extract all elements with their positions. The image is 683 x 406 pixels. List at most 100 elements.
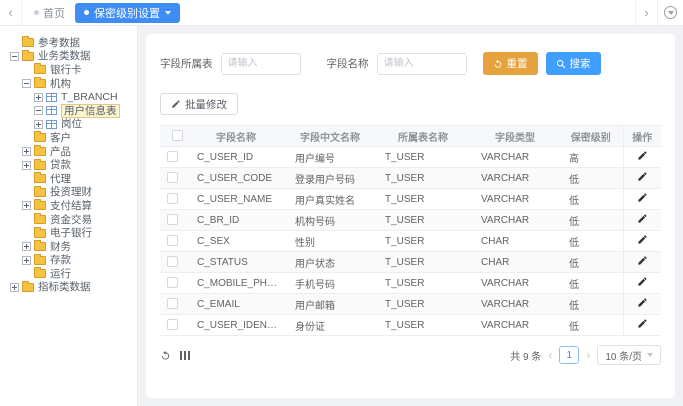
page-size-select[interactable]: 10 条/页 [597, 345, 661, 365]
prev-page-button[interactable]: ‹ [548, 349, 552, 361]
page-number-button[interactable]: 1 [559, 346, 579, 364]
row-checkbox[interactable] [167, 235, 178, 246]
tree-expand-icon[interactable] [22, 242, 31, 251]
pagination: 共 9 条 ‹ 1 › 10 条/页 [510, 345, 661, 365]
tree-item-finance[interactable]: 财务 [0, 240, 137, 254]
tree-item-loan[interactable]: 贷款 [0, 158, 137, 172]
folder-icon [22, 283, 34, 292]
row-checkbox[interactable] [167, 193, 178, 204]
folder-icon [34, 269, 46, 278]
select-all-checkbox[interactable] [172, 130, 183, 141]
tree-collapse-icon[interactable] [10, 52, 19, 61]
header-field-cn-name: 字段中文名称 [285, 126, 375, 147]
edit-row-button[interactable] [637, 213, 648, 224]
tree-collapse-icon[interactable] [34, 106, 43, 115]
tree-indent [22, 229, 31, 238]
tree-item-deposit[interactable]: 存款 [0, 254, 137, 268]
tree-expand-icon[interactable] [22, 147, 31, 156]
tree-item-reference-data[interactable]: 参考数据 [0, 36, 137, 50]
tree-collapse-icon[interactable] [22, 79, 31, 88]
folder-icon [34, 242, 46, 251]
tree-item-business-data[interactable]: 业务类数据 [0, 50, 137, 64]
total-count-label: 共 9 条 [510, 348, 541, 363]
tree-expand-icon[interactable] [22, 161, 31, 170]
folder-icon [34, 147, 46, 156]
fields-table: 字段名称 字段中文名称 所属表名称 字段类型 保密级别 操作 C_USER_ID [160, 125, 661, 336]
row-checkbox[interactable] [167, 319, 178, 330]
row-checkbox[interactable] [167, 256, 178, 267]
reset-button[interactable]: 重置 [483, 52, 538, 75]
tree-item-organization[interactable]: 机构 [0, 77, 137, 91]
tree-item-e-banking[interactable]: 电子银行 [0, 226, 137, 240]
edit-row-button[interactable] [637, 171, 648, 182]
table-row: C_MOBILE_PHONE 手机号码 T_USER VARCHAR 低 [160, 273, 661, 294]
tree-item-product[interactable]: 产品 [0, 145, 137, 159]
folder-icon [34, 201, 46, 210]
next-page-button[interactable]: › [586, 349, 590, 361]
field-table-input[interactable] [221, 53, 301, 75]
search-button[interactable]: 搜索 [546, 52, 601, 75]
edit-row-button[interactable] [637, 276, 648, 287]
table-icon [46, 93, 57, 102]
chevron-down-icon[interactable] [165, 11, 171, 15]
tree-item-payment-settlement[interactable]: 支付结算 [0, 199, 137, 213]
tab-active[interactable]: 保密级别设置 [75, 3, 180, 23]
row-checkbox[interactable] [167, 277, 178, 288]
tree-expand-icon[interactable] [34, 120, 43, 129]
tree-indent [22, 215, 31, 224]
tree-indent [22, 174, 31, 183]
tab-dot-icon [84, 10, 89, 15]
row-checkbox[interactable] [167, 172, 178, 183]
field-name-input[interactable] [377, 53, 467, 75]
refresh-table-button[interactable] [160, 350, 171, 361]
tab-bar: ‹ 首页 保密级别设置 › [0, 0, 683, 26]
edit-row-button[interactable] [637, 297, 648, 308]
table-row: C_STATUS 用户状态 T_USER CHAR 低 [160, 252, 661, 273]
tree-expand-icon[interactable] [10, 283, 19, 292]
pencil-icon [637, 150, 648, 161]
tree-item-bank-card[interactable]: 银行卡 [0, 63, 137, 77]
tree-expand-icon[interactable] [34, 93, 43, 102]
tab-actions-menu-button[interactable] [657, 0, 683, 26]
table-icon [46, 106, 57, 115]
row-checkbox[interactable] [167, 214, 178, 225]
column-settings-icon[interactable] [180, 351, 190, 360]
header-field-type: 字段类型 [471, 126, 559, 147]
table-row: C_USER_ID 用户编号 T_USER VARCHAR 高 [160, 147, 661, 168]
tree-expand-icon[interactable] [22, 256, 31, 265]
tree-expand-icon[interactable] [22, 201, 31, 210]
sidebar-tree: 参考数据 业务类数据 银行卡 机构 T_BRANCH 用户信息表 [0, 26, 138, 406]
field-table-label: 字段所属表 [160, 56, 213, 71]
tabs-scroll-left-button[interactable]: ‹ [0, 0, 22, 26]
header-table-name: 所属表名称 [375, 126, 471, 147]
tree-item-customer[interactable]: 客户 [0, 131, 137, 145]
batch-edit-button[interactable]: 批量修改 [160, 93, 238, 115]
content-area: 字段所属表 字段名称 重置 搜索 [138, 26, 683, 406]
tree-item-indicator-data[interactable]: 指标类数据 [0, 281, 137, 295]
row-checkbox[interactable] [167, 151, 178, 162]
tree-item-fund-transaction[interactable]: 资金交易 [0, 213, 137, 227]
edit-row-button[interactable] [637, 192, 648, 203]
tree-item-t-branch[interactable]: T_BRANCH [0, 90, 137, 104]
tree-indent [22, 269, 31, 278]
row-checkbox[interactable] [167, 298, 178, 309]
edit-row-button[interactable] [637, 255, 648, 266]
tree-item-position[interactable]: 岗位 [0, 118, 137, 132]
tree-item-agent[interactable]: 代理 [0, 172, 137, 186]
tab-home[interactable]: 首页 [34, 5, 65, 21]
table-row: C_EMAIL 用户邮箱 T_USER VARCHAR 低 [160, 294, 661, 315]
tabs-scroll-right-button[interactable]: › [635, 0, 657, 26]
table-footer: 共 9 条 ‹ 1 › 10 条/页 [160, 345, 661, 365]
tree-item-operation[interactable]: 运行 [0, 267, 137, 281]
pencil-icon [171, 99, 181, 109]
content-card: 字段所属表 字段名称 重置 搜索 [146, 34, 675, 398]
tree-item-investment[interactable]: 投资理财 [0, 186, 137, 200]
pencil-icon [637, 255, 648, 266]
edit-row-button[interactable] [637, 150, 648, 161]
edit-row-button[interactable] [637, 234, 648, 245]
folder-icon [22, 52, 34, 61]
tree-item-user-info-table[interactable]: 用户信息表 [0, 104, 137, 118]
edit-row-button[interactable] [637, 318, 648, 329]
folder-icon [34, 215, 46, 224]
toolbar: 批量修改 [160, 93, 661, 115]
